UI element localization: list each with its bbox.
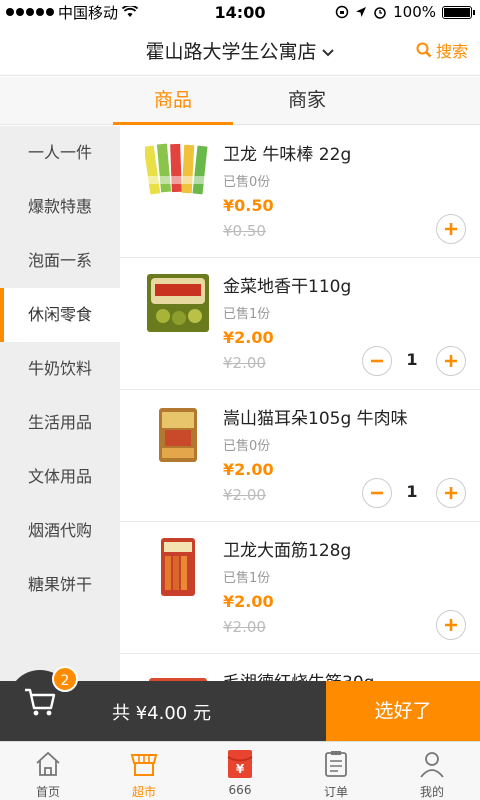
product-list: 卫龙 牛味棒 22g 已售0份 ¥0.50 ¥0.50 金菜地香干110g 已售…: [120, 126, 480, 681]
search-icon: [416, 42, 432, 58]
tab-merchant[interactable]: 商家: [247, 77, 367, 125]
product-item[interactable]: 毛湘德红烧牛筋30g: [120, 654, 480, 681]
rotation-lock-icon: [335, 5, 349, 19]
product-price: ¥0.50: [223, 196, 274, 215]
nav-label: 666: [228, 783, 252, 797]
profile-icon: [420, 752, 444, 778]
nav-label: 超市: [131, 785, 156, 799]
tab-bar: 商品 商家: [0, 77, 480, 125]
product-image: [147, 274, 209, 332]
sidebar-item-milk-drinks[interactable]: 牛奶饮料: [0, 342, 120, 396]
home-icon: [36, 751, 60, 776]
remove-button[interactable]: [362, 478, 392, 508]
add-button[interactable]: [436, 610, 466, 640]
tab-products[interactable]: 商品: [113, 77, 233, 125]
product-item[interactable]: 金菜地香干110g 已售1份 ¥2.00 ¥2.00 1: [120, 258, 480, 390]
battery-label: 100%: [393, 3, 436, 21]
product-price: ¥2.00: [223, 592, 274, 611]
nav-orders[interactable]: 订单: [288, 742, 384, 800]
sidebar-item-candy-biscuits[interactable]: 糖果饼干: [0, 558, 120, 612]
product-price: ¥2.00: [223, 460, 274, 479]
sidebar-item-hot-deals[interactable]: 爆款特惠: [0, 180, 120, 234]
category-sidebar: 一人一件 爆款特惠 泡面一系 休闲零食 牛奶饮料 生活用品 文体用品 烟酒代购 …: [0, 126, 120, 681]
battery-icon: [442, 5, 475, 19]
cart-bar: 共 ¥4.00 元 选好了: [0, 681, 480, 741]
svg-text:¥: ¥: [236, 762, 245, 776]
redpacket-icon: ¥: [227, 750, 253, 778]
status-bar: 中国移动 14:00 100%: [0, 0, 480, 24]
checkout-button[interactable]: 选好了: [326, 681, 480, 741]
order-icon: [325, 751, 347, 777]
bottom-nav: 首页 超市 ¥ 666 订单 我的: [0, 741, 480, 800]
sidebar-item-daily-goods[interactable]: 生活用品: [0, 396, 120, 450]
product-original-price: ¥2.00: [223, 486, 266, 504]
add-button[interactable]: [436, 346, 466, 376]
product-item[interactable]: 卫龙 牛味棒 22g 已售0份 ¥0.50 ¥0.50: [120, 126, 480, 258]
product-original-price: ¥2.00: [223, 354, 266, 372]
add-button[interactable]: [436, 214, 466, 244]
product-image: [149, 678, 207, 681]
quantity-value: 1: [406, 482, 418, 501]
product-image: [159, 408, 197, 462]
store-icon: [130, 754, 158, 776]
chevron-down-icon: [321, 46, 335, 62]
minus-icon: [371, 359, 383, 363]
cart-badge: 2: [52, 666, 78, 692]
cart-total: 共 ¥4.00 元: [112, 703, 211, 724]
product-name: 毛湘德红烧牛筋30g: [223, 668, 374, 681]
product-image: [145, 143, 211, 195]
alarm-icon: [374, 7, 386, 19]
plus-icon: [445, 487, 457, 499]
location-icon: [356, 7, 367, 17]
sidebar-item-instant-noodles[interactable]: 泡面一系: [0, 234, 120, 288]
product-sold: 已售0份: [223, 439, 271, 454]
sidebar-item-one-per-person[interactable]: 一人一件: [0, 126, 120, 180]
product-item[interactable]: 卫龙大面筋128g 已售1份 ¥2.00 ¥2.00: [120, 522, 480, 654]
store-selector[interactable]: 霍山路大学生公寓店: [0, 37, 480, 64]
product-image: [161, 538, 195, 596]
nav-redpacket[interactable]: ¥ 666: [192, 742, 288, 800]
product-original-price: ¥2.00: [223, 618, 266, 636]
plus-icon: [445, 619, 457, 631]
status-right: 100%: [335, 3, 475, 21]
sidebar-item-tobacco-alcohol[interactable]: 烟酒代购: [0, 504, 120, 558]
store-name: 霍山路大学生公寓店: [145, 41, 317, 63]
sidebar-item-stationery[interactable]: 文体用品: [0, 450, 120, 504]
plus-icon: [445, 223, 457, 235]
add-button[interactable]: [436, 478, 466, 508]
nav-label: 首页: [35, 785, 60, 799]
cart-icon: [25, 688, 56, 716]
product-name: 金菜地香干110g: [223, 277, 352, 297]
product-price: ¥2.00: [223, 328, 274, 347]
app-header: 霍山路大学生公寓店 搜索: [0, 24, 480, 76]
product-name: 卫龙 牛味棒 22g: [223, 145, 352, 165]
product-sold: 已售1份: [223, 307, 271, 322]
quantity-value: 1: [406, 350, 418, 369]
product-name: 嵩山猫耳朵105g 牛肉味: [223, 409, 408, 429]
nav-label: 我的: [419, 785, 444, 799]
search-label: 搜索: [435, 42, 468, 61]
product-original-price: ¥0.50: [223, 222, 266, 240]
search-button[interactable]: 搜索: [416, 38, 468, 62]
nav-store[interactable]: 超市: [96, 742, 192, 800]
nav-home[interactable]: 首页: [0, 742, 96, 800]
minus-icon: [371, 491, 383, 495]
remove-button[interactable]: [362, 346, 392, 376]
nav-profile[interactable]: 我的: [384, 742, 480, 800]
product-name: 卫龙大面筋128g: [223, 541, 352, 561]
plus-icon: [445, 355, 457, 367]
product-item[interactable]: 嵩山猫耳朵105g 牛肉味 已售0份 ¥2.00 ¥2.00 1: [120, 390, 480, 522]
product-sold: 已售0份: [223, 175, 271, 190]
nav-label: 订单: [323, 785, 348, 799]
product-sold: 已售1份: [223, 571, 271, 586]
sidebar-item-snacks[interactable]: 休闲零食: [0, 288, 120, 342]
